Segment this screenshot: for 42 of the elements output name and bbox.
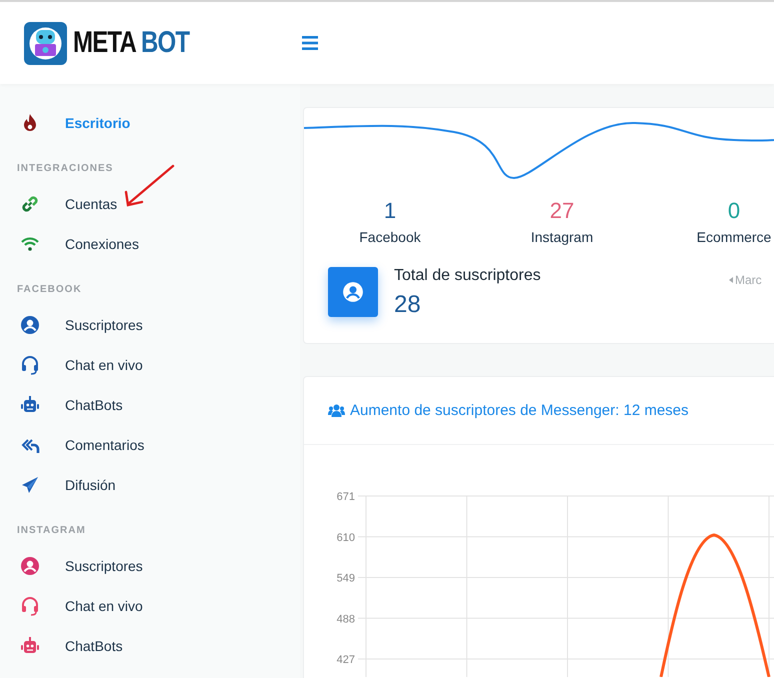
axis-tick-label: 427 [336,654,355,666]
robot-icon [20,395,40,415]
sidebar-item[interactable]: Cuentas [0,184,300,224]
stat-label: Ecommerce [696,229,772,245]
stat-label: Instagram [530,229,594,245]
menu-icon[interactable] [302,36,318,50]
axis-tick-label: 488 [336,613,355,626]
user-icon [20,315,40,335]
stat-value: 0 [728,198,740,224]
axis-tick-label: 671 [336,491,355,503]
headset-icon [20,355,40,375]
section-heading: INSTAGRAM [16,524,87,538]
user-icon [20,556,40,576]
sidebar-item[interactable]: Conexiones [0,224,300,264]
stat-value: 1 [384,198,396,224]
total-value: 28 [394,291,422,319]
users-icon [328,404,345,417]
logo-text: META BOT [73,26,190,60]
axis-tick-label: 549 [336,572,355,584]
section-heading: FACEBOOK [16,283,83,297]
sidebar-item[interactable]: Comentarios [0,425,300,465]
section-heading: INTEGRACIONES [16,162,114,176]
stat-value: 27 [550,198,574,224]
sidebar-item[interactable]: Chat en vivo [0,586,300,626]
link-icon [20,194,40,214]
sidebar-item[interactable]: Suscriptores [0,546,300,586]
stat-label: Facebook [359,229,421,245]
robot-logo-icon [24,22,67,64]
user-icon [328,267,378,317]
sidebar-item[interactable]: Chat en vivo [0,345,300,385]
paper-plane-icon [20,475,40,495]
sidebar-item[interactable]: Suscriptores [0,305,300,345]
chart-title: Aumento de suscriptores de Messenger: 12 meses [350,402,689,419]
robot-icon [20,636,40,656]
sidebar-item[interactable]: ChatBots [0,385,300,425]
headset-icon [20,596,40,616]
sidebar-item[interactable]: ChatBots [0,626,300,666]
total-label: Total de suscriptores [394,267,541,285]
caret-icon [729,277,733,283]
sidebar-item[interactable]: Difusión [0,465,300,505]
sidebar-item[interactable]: Escritorio [0,103,300,143]
axis-tick-label: 610 [336,532,355,544]
